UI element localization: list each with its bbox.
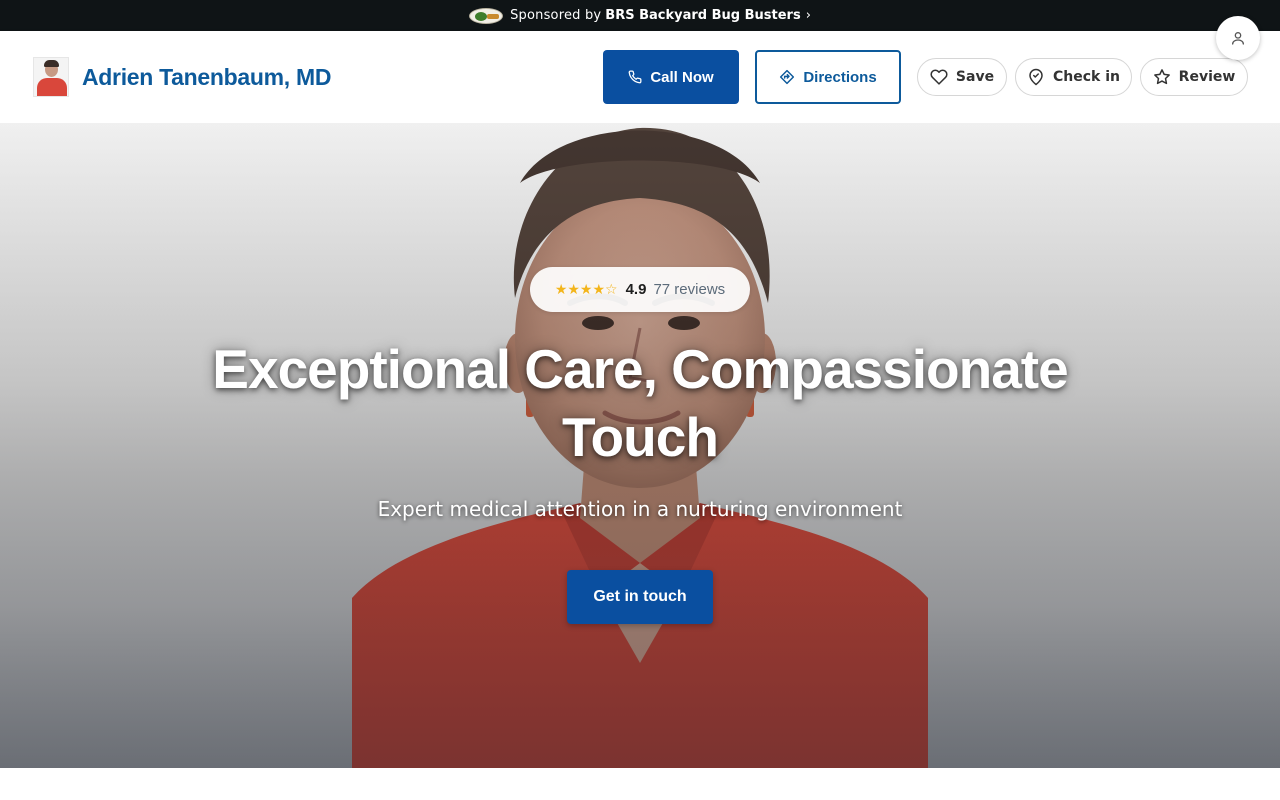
save-label: Save xyxy=(955,69,995,85)
review-label: Review xyxy=(1178,69,1236,85)
directions-button[interactable]: Directions xyxy=(755,50,901,104)
doctor-name: Adrien Tanenbaum, MD xyxy=(82,64,332,90)
sponsor-banner[interactable]: Sponsored by BRS Backyard Bug Busters › xyxy=(0,0,1280,31)
chevron-right-icon: › xyxy=(805,8,811,23)
doctor-avatar xyxy=(33,57,69,97)
hero-section: ★★★★☆ 4.9 77 reviews Exceptional Care, C… xyxy=(0,123,1280,768)
call-now-button[interactable]: Call Now xyxy=(603,50,739,104)
review-button[interactable]: Review xyxy=(1140,58,1248,96)
rating-stars-icon: ★★★★☆ xyxy=(554,281,618,298)
star-icon xyxy=(1153,69,1170,85)
business-header: Adrien Tanenbaum, MD Call Now Directions… xyxy=(0,31,1280,123)
user-icon xyxy=(1232,32,1244,45)
heart-icon xyxy=(930,69,948,85)
sponsor-logo-icon xyxy=(469,7,504,24)
check-in-button[interactable]: Check in xyxy=(1015,58,1132,96)
check-in-label: Check in xyxy=(1053,69,1120,85)
hero-title: Exceptional Care, Compassionate Touch xyxy=(212,338,1068,468)
user-account-button[interactable] xyxy=(1216,16,1260,60)
hero-subtitle: Expert medical attention in a nurturing … xyxy=(377,497,903,521)
map-pin-icon xyxy=(1029,68,1043,86)
save-button[interactable]: Save xyxy=(917,58,1007,96)
rating-badge[interactable]: ★★★★☆ 4.9 77 reviews xyxy=(530,267,750,312)
directions-label: Directions xyxy=(803,68,877,86)
sponsor-name[interactable]: BRS Backyard Bug Busters xyxy=(605,8,800,23)
get-in-touch-button[interactable]: Get in touch xyxy=(567,570,713,624)
review-count-link[interactable]: 77 reviews xyxy=(653,281,725,298)
directions-icon xyxy=(780,69,795,85)
phone-icon xyxy=(628,70,642,84)
call-now-label: Call Now xyxy=(650,68,714,86)
sponsor-prefix: Sponsored by xyxy=(510,8,602,23)
rating-value: 4.9 xyxy=(625,281,647,298)
